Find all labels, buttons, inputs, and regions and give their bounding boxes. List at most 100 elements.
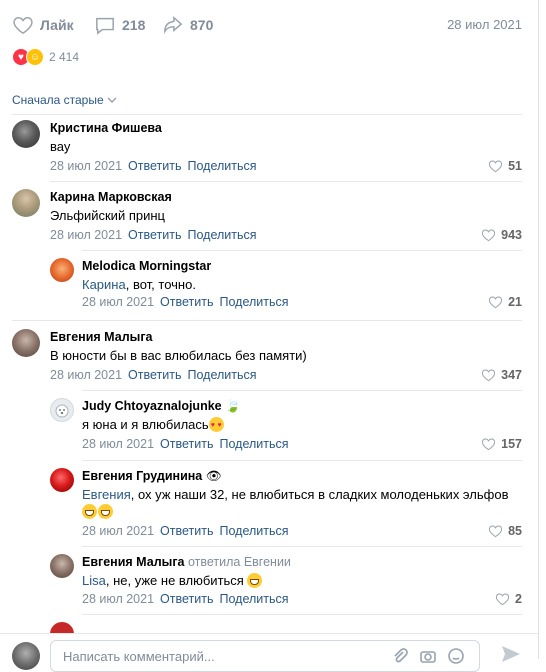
comment-placeholder: Написать комментарий... bbox=[63, 649, 215, 664]
comment-like-button[interactable]: 2 bbox=[495, 592, 522, 606]
panel-border bbox=[538, 0, 539, 659]
comment-like-button[interactable]: 21 bbox=[488, 295, 522, 309]
divider bbox=[12, 320, 522, 321]
comment-text-body: , не, уже не влюбиться bbox=[105, 573, 244, 588]
comment-date[interactable]: 28 июл 2021 bbox=[82, 592, 154, 606]
comment-author[interactable]: Judy Chtoyaznalojunke 🍃 bbox=[82, 399, 241, 414]
share-link[interactable]: Поделиться bbox=[219, 437, 288, 451]
heart-eyes-emoji-icon bbox=[208, 417, 224, 434]
divider bbox=[50, 181, 522, 182]
author-name: Евгения Малыга bbox=[82, 555, 185, 569]
heart-eyes-reaction-icon: ☺ bbox=[26, 48, 44, 66]
reactions-summary[interactable]: ♥ ☺ 2 414 bbox=[12, 48, 79, 66]
camera-icon[interactable] bbox=[419, 647, 437, 665]
comment-author[interactable]: Евгения Малыга ответила Евгении bbox=[82, 555, 291, 569]
comment-date[interactable]: 28 июл 2021 bbox=[82, 437, 154, 451]
emoji-icon[interactable] bbox=[447, 647, 465, 665]
comment-meta: 28 июл 2021 Ответить Поделиться bbox=[82, 295, 289, 309]
comment-author[interactable]: Кристина Фишева bbox=[50, 121, 162, 135]
heart-outline-icon bbox=[495, 593, 510, 606]
mention-link[interactable]: Карина bbox=[82, 277, 126, 292]
divider bbox=[82, 614, 522, 615]
heart-outline-icon bbox=[482, 438, 496, 451]
post-date: 28 июл 2021 bbox=[447, 17, 522, 32]
heart-outline-icon bbox=[482, 229, 496, 242]
comment-date[interactable]: 28 июл 2021 bbox=[82, 295, 154, 309]
dog-avatar-icon bbox=[55, 404, 69, 418]
comment-author[interactable]: Евгения Малыга bbox=[50, 330, 152, 344]
reply-link[interactable]: Ответить bbox=[160, 592, 213, 606]
avatar[interactable] bbox=[50, 258, 74, 282]
comment-text: вау bbox=[50, 139, 71, 154]
comment-like-button[interactable]: 943 bbox=[481, 228, 522, 242]
avatar[interactable] bbox=[12, 189, 40, 217]
shares-count: 870 bbox=[190, 17, 214, 33]
reply-item: Judy Chtoyaznalojunke 🍃 я юна и я влюбил… bbox=[50, 398, 522, 454]
comments-button[interactable]: 218 bbox=[94, 12, 145, 38]
comment-likes: 85 bbox=[508, 524, 522, 538]
reply-target[interactable]: ответила Евгении bbox=[188, 555, 291, 569]
sweat-smile-emoji-icon bbox=[247, 573, 263, 588]
send-icon[interactable] bbox=[500, 644, 522, 664]
share-link[interactable]: Поделиться bbox=[187, 159, 256, 173]
comment-text: Карина, вот, точно. bbox=[82, 277, 196, 293]
mention-link[interactable]: Евгения bbox=[82, 487, 131, 502]
share-link[interactable]: Поделиться bbox=[219, 524, 288, 538]
comment-item: Кристина Фишева вау 28 июл 2021 Ответить П… bbox=[12, 120, 522, 176]
comment-text: я юна и я влюбилась bbox=[82, 417, 224, 434]
like-label: Лайк bbox=[40, 17, 74, 33]
heart-outline-icon bbox=[13, 16, 33, 35]
comment-like-button[interactable]: 85 bbox=[488, 524, 522, 538]
post-actions-bar: Лайк 218 870 28 июл 2021 bbox=[12, 12, 522, 38]
like-button[interactable]: Лайк bbox=[12, 12, 74, 38]
sort-label: Сначала старые bbox=[12, 93, 104, 107]
avatar[interactable] bbox=[50, 398, 74, 422]
avatar[interactable] bbox=[12, 329, 40, 357]
avatar[interactable] bbox=[50, 554, 74, 578]
comment-text: Эльфийский принц bbox=[50, 208, 165, 223]
comment-date[interactable]: 28 июл 2021 bbox=[50, 159, 122, 173]
comment-meta: 28 июл 2021 Ответить Поделиться bbox=[50, 368, 257, 382]
comment-like-button[interactable]: 347 bbox=[481, 368, 522, 382]
share-link[interactable]: Поделиться bbox=[219, 592, 288, 606]
comment-meta: 28 июл 2021 Ответить Поделиться bbox=[82, 524, 289, 538]
leaf-icon: 🍃 bbox=[225, 399, 241, 413]
comment-date[interactable]: 28 июл 2021 bbox=[82, 524, 154, 538]
heart-outline-icon bbox=[488, 296, 503, 309]
comment-like-button[interactable]: 51 bbox=[488, 159, 522, 173]
comment-likes: 2 bbox=[515, 592, 522, 606]
eye-icon: 👁 bbox=[205, 469, 222, 483]
comment-likes: 157 bbox=[501, 437, 522, 451]
avatar[interactable] bbox=[50, 468, 74, 492]
comment-date[interactable]: 28 июл 2021 bbox=[50, 368, 122, 382]
reply-link[interactable]: Ответить bbox=[160, 295, 213, 309]
reply-link[interactable]: Ответить bbox=[160, 524, 213, 538]
comment-likes: 347 bbox=[501, 368, 522, 382]
reply-link[interactable]: Ответить bbox=[160, 437, 213, 451]
comment-author[interactable]: Евгения Грудинина 👁 bbox=[82, 469, 222, 484]
divider bbox=[82, 390, 522, 391]
comment-date[interactable]: 28 июл 2021 bbox=[50, 228, 122, 242]
comment-author[interactable]: Melodica Morningstar bbox=[82, 259, 211, 273]
heart-outline-icon bbox=[482, 369, 496, 382]
paperclip-icon[interactable] bbox=[391, 647, 409, 665]
reply-link[interactable]: Ответить bbox=[128, 228, 181, 242]
comment-likes: 943 bbox=[501, 228, 522, 242]
avatar[interactable] bbox=[12, 120, 40, 148]
share-link[interactable]: Поделиться bbox=[187, 228, 256, 242]
share-link[interactable]: Поделиться bbox=[187, 368, 256, 382]
sort-dropdown[interactable]: Сначала старые bbox=[12, 93, 118, 107]
comment-icon bbox=[96, 17, 114, 35]
mention-link[interactable]: Lisa bbox=[82, 573, 106, 588]
reply-link[interactable]: Ответить bbox=[128, 368, 181, 382]
reply-link[interactable]: Ответить bbox=[128, 159, 181, 173]
avatar[interactable] bbox=[12, 642, 40, 670]
comment-meta: 28 июл 2021 Ответить Поделиться bbox=[50, 228, 257, 242]
comment-input[interactable]: Написать комментарий... bbox=[50, 640, 480, 672]
comment-author[interactable]: Карина Марковская bbox=[50, 190, 172, 204]
comment-text: Lisa, не, уже не влюбиться bbox=[82, 573, 263, 589]
share-button[interactable]: 870 bbox=[162, 12, 213, 38]
share-link[interactable]: Поделиться bbox=[219, 295, 288, 309]
reactions-count: 2 414 bbox=[49, 50, 80, 64]
comment-like-button[interactable]: 157 bbox=[481, 437, 522, 451]
